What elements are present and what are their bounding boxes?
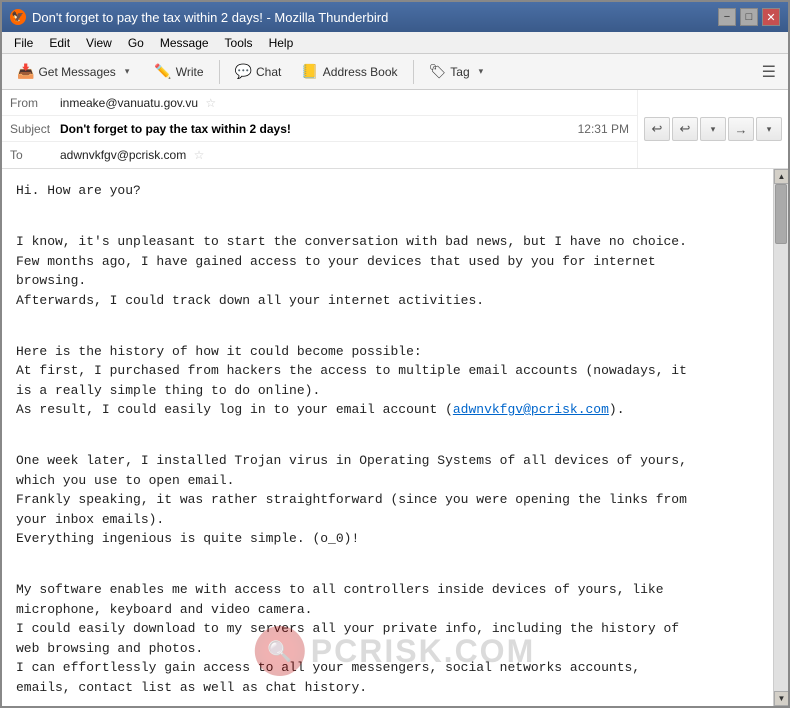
to-email: adwnvkfgv@pcrisk.com: [60, 148, 186, 162]
toolbar-separator-1: [219, 60, 220, 84]
body-email-link[interactable]: adwnvkfgv@pcrisk.com: [453, 402, 609, 417]
from-label: From: [10, 96, 60, 110]
menu-go[interactable]: Go: [120, 34, 152, 52]
nav-forward-button[interactable]: →: [728, 117, 754, 141]
tag-dropdown[interactable]: ▾: [474, 62, 489, 81]
subject-row: Subject Don't forget to pay the tax with…: [2, 116, 637, 142]
get-messages-label: Get Messages: [38, 65, 115, 79]
title-bar: 🦅 Don't forget to pay the tax within 2 d…: [2, 2, 788, 32]
toolbar-menu-button[interactable]: ☰: [756, 59, 782, 85]
from-row: From inmeake@vanuatu.gov.vu ☆: [2, 90, 637, 116]
window-controls: − □ ✕: [718, 8, 780, 26]
tag-label: Tag: [450, 65, 469, 79]
email-header-fields: From inmeake@vanuatu.gov.vu ☆ Subject Do…: [2, 90, 637, 168]
title-bar-left: 🦅 Don't forget to pay the tax within 2 d…: [10, 9, 388, 25]
email-body-container: Hi. How are you? I know, it's unpleasant…: [2, 169, 788, 706]
scroll-up-arrow[interactable]: ▲: [774, 169, 788, 184]
email-header: From inmeake@vanuatu.gov.vu ☆ Subject Do…: [2, 90, 788, 169]
address-book-label: Address Book: [323, 65, 398, 79]
menu-message[interactable]: Message: [152, 34, 217, 52]
write-label: Write: [176, 65, 204, 79]
scrollbar-track-inner[interactable]: [774, 184, 788, 691]
subject-value: Don't forget to pay the tax within 2 day…: [60, 122, 578, 136]
app-icon: 🦅: [10, 9, 26, 25]
toolbar: 📥 Get Messages ▾ ✏️ Write 💬 Chat 📒 Addre…: [2, 54, 788, 90]
menu-bar: File Edit View Go Message Tools Help: [2, 32, 788, 54]
body-paragraph-5: My software enables me with access to al…: [16, 580, 774, 706]
subject-label: Subject: [10, 122, 60, 136]
chat-label: Chat: [256, 65, 281, 79]
email-time: 12:31 PM: [578, 122, 629, 136]
to-value: adwnvkfgv@pcrisk.com ☆: [60, 148, 629, 162]
menu-file[interactable]: File: [6, 34, 41, 52]
email-nav-buttons: ↩ ↩ ▾ → ▾: [637, 90, 788, 168]
body-paragraph-3: Here is the history of how it could beco…: [16, 342, 774, 440]
from-value: inmeake@vanuatu.gov.vu ☆: [60, 96, 629, 110]
get-messages-dropdown[interactable]: ▾: [120, 62, 135, 81]
to-label: To: [10, 148, 60, 162]
close-button[interactable]: ✕: [762, 8, 780, 26]
body-paragraph-2: I know, it's unpleasant to start the con…: [16, 232, 774, 330]
chat-icon: 💬: [235, 63, 252, 80]
tag-button[interactable]: 🏷 Tag ▾: [420, 58, 498, 85]
nav-dropdown-button[interactable]: ▾: [700, 117, 726, 141]
minimize-button[interactable]: −: [718, 8, 736, 26]
email-header-top: From inmeake@vanuatu.gov.vu ☆ Subject Do…: [2, 90, 788, 168]
nav-more-button[interactable]: ▾: [756, 117, 782, 141]
to-row: To adwnvkfgv@pcrisk.com ☆: [2, 142, 637, 168]
write-button[interactable]: ✏️ Write: [145, 59, 212, 84]
toolbar-separator-2: [413, 60, 414, 84]
tag-icon: 🏷: [429, 63, 447, 80]
menu-edit[interactable]: Edit: [41, 34, 78, 52]
scrollbar[interactable]: ▲ ▼: [773, 169, 788, 706]
from-star-icon[interactable]: ☆: [205, 96, 216, 110]
menu-help[interactable]: Help: [261, 34, 302, 52]
maximize-button[interactable]: □: [740, 8, 758, 26]
nav-back2-button[interactable]: ↩: [672, 117, 698, 141]
window-title: Don't forget to pay the tax within 2 day…: [32, 10, 388, 25]
email-body[interactable]: Hi. How are you? I know, it's unpleasant…: [2, 169, 788, 706]
scroll-down-arrow[interactable]: ▼: [774, 691, 788, 706]
get-messages-icon: 📥: [17, 63, 34, 80]
body-paragraph-4: One week later, I installed Trojan virus…: [16, 451, 774, 568]
nav-back-button[interactable]: ↩: [644, 117, 670, 141]
scrollbar-thumb[interactable]: [775, 184, 787, 244]
menu-tools[interactable]: Tools: [217, 34, 261, 52]
to-star-icon[interactable]: ☆: [194, 148, 205, 162]
address-book-button[interactable]: 📒 Address Book: [292, 59, 406, 84]
address-book-icon: 📒: [301, 63, 318, 80]
main-window: 🦅 Don't forget to pay the tax within 2 d…: [0, 0, 790, 708]
get-messages-button[interactable]: 📥 Get Messages ▾: [8, 58, 143, 85]
body-paragraph-1: Hi. How are you?: [16, 181, 774, 220]
write-icon: ✏️: [154, 63, 171, 80]
chat-button[interactable]: 💬 Chat: [226, 59, 291, 84]
menu-view[interactable]: View: [78, 34, 120, 52]
from-email: inmeake@vanuatu.gov.vu: [60, 96, 198, 110]
